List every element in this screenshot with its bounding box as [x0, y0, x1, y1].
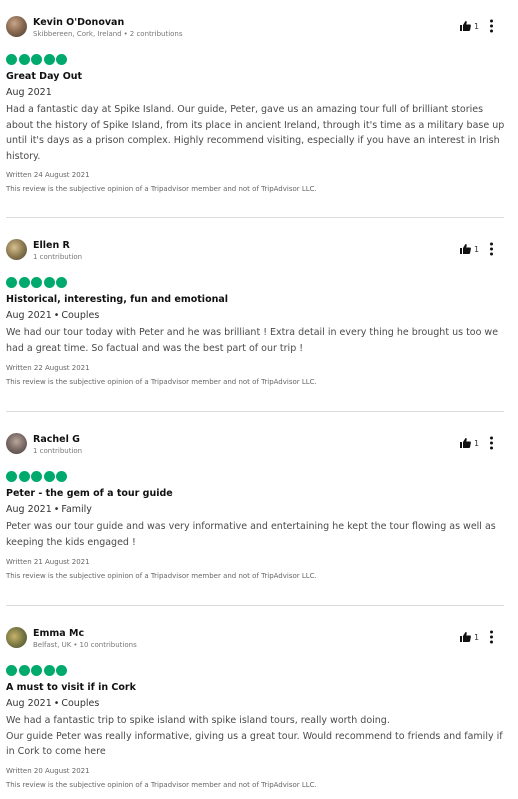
more-options-icon[interactable] [489, 19, 494, 33]
rating-bubbles [6, 665, 67, 676]
rating-bubble [31, 54, 42, 65]
rating-bubble [6, 471, 17, 482]
reviewer-location: Skibbereen, Cork, Ireland [33, 30, 122, 38]
rating-bubble [31, 665, 42, 676]
reviewer-name[interactable]: Ellen R [33, 240, 70, 251]
rating-bubble [6, 665, 17, 676]
thumbs-up-icon [460, 21, 471, 31]
review-disclaimer: This review is the subjective opinion of… [6, 781, 317, 789]
meta-separator: • [73, 641, 78, 649]
review-title[interactable]: Great Day Out [6, 71, 82, 82]
avatar[interactable] [6, 627, 27, 648]
review-body: Peter was our tour guide and was very in… [6, 521, 496, 548]
thumbs-up-icon [460, 438, 471, 448]
rating-bubble [31, 471, 42, 482]
helpful-count: 1 [474, 438, 480, 448]
rating-bubble [43, 277, 55, 288]
review-body: We had our tour today with Peter and he … [6, 327, 499, 354]
reviewer-name[interactable]: Rachel G [33, 434, 80, 445]
rating-bubbles [6, 471, 67, 482]
rating-bubbles [6, 54, 67, 65]
rating-bubble [56, 665, 67, 676]
review-date-trip: Aug 2021 • Couples [6, 310, 99, 321]
review-date-trip: Aug 2021 • Couples [6, 698, 99, 709]
written-date: Written 24 August 2021 [6, 171, 90, 179]
helpful-vote-button[interactable]: 1 [460, 244, 479, 254]
visit-date: Aug 2021 [6, 504, 52, 515]
reviewer-contributions: 10 contributions [79, 641, 137, 649]
review-body: Had a fantastic day at Spike Island. Our… [6, 104, 505, 162]
review-disclaimer: This review is the subjective opinion of… [6, 378, 317, 386]
reviewer-contributions: 1 contribution [33, 253, 83, 261]
review-date-trip: Aug 2021 • Family [6, 504, 92, 515]
thumbs-up-icon [460, 244, 471, 254]
visit-date: Aug 2021 [6, 310, 52, 321]
review-disclaimer: This review is the subjective opinion of… [6, 572, 317, 580]
rating-bubble [43, 471, 55, 482]
helpful-vote-button[interactable]: 1 [460, 21, 479, 31]
review-disclaimer: This review is the subjective opinion of… [6, 185, 317, 193]
thumbs-up-icon [460, 632, 471, 642]
review-title[interactable]: Peter - the gem of a tour guide [6, 488, 173, 499]
helpful-count: 1 [474, 244, 480, 254]
rating-bubble [43, 665, 55, 676]
written-date: Written 22 August 2021 [6, 364, 90, 372]
trip-type: Couples [61, 698, 100, 709]
reviewer-contributions: 2 contributions [129, 30, 183, 38]
written-date: Written 21 August 2021 [6, 558, 90, 566]
helpful-count: 1 [474, 632, 480, 642]
reviewer-contributions: 1 contribution [33, 447, 83, 455]
helpful-count: 1 [474, 21, 480, 31]
rating-bubble [43, 54, 55, 65]
avatar[interactable] [6, 433, 27, 454]
more-options-icon[interactable] [489, 630, 494, 644]
reviewer-location: Belfast, UK [33, 641, 72, 649]
rating-bubble [6, 277, 17, 288]
avatar[interactable] [6, 16, 27, 37]
review-divider [6, 217, 504, 218]
reviews-list: Kevin O'Donovan Skibbereen, Cork, Irelan… [0, 0, 518, 799]
helpful-vote-button[interactable]: 1 [460, 438, 479, 448]
trip-separator: • [53, 310, 60, 321]
reviewer-meta: 1 contribution [33, 447, 82, 455]
reviewer-name[interactable]: Emma Mc [33, 628, 84, 639]
reviewer-meta: 1 contribution [33, 253, 82, 261]
rating-bubble [31, 277, 42, 288]
reviewer-meta: Skibbereen, Cork, Ireland • 2 contribution… [33, 30, 183, 38]
review-title[interactable]: A must to visit if in Cork [6, 682, 136, 693]
review-body: We had a fantastic trip to spike island … [6, 715, 503, 757]
reviewer-meta: Belfast, UK • 10 contributions [33, 641, 137, 649]
rating-bubble [18, 471, 30, 482]
visit-date: Aug 2021 [6, 87, 52, 98]
rating-bubble [56, 54, 67, 65]
reviewer-name[interactable]: Kevin O'Donovan [33, 17, 124, 28]
review-divider [6, 411, 504, 412]
rating-bubble [18, 54, 30, 65]
meta-separator: • [123, 30, 128, 38]
rating-bubble [56, 471, 67, 482]
trip-separator: • [53, 504, 60, 515]
trip-type: Couples [61, 310, 100, 321]
review-date-trip: Aug 2021 [6, 87, 52, 98]
review-title[interactable]: Historical, interesting, fun and emotion… [6, 294, 228, 305]
written-date: Written 20 August 2021 [6, 767, 90, 775]
rating-bubbles [6, 277, 67, 288]
rating-bubble [18, 665, 30, 676]
more-options-icon[interactable] [489, 242, 494, 256]
helpful-vote-button[interactable]: 1 [460, 632, 479, 642]
more-options-icon[interactable] [489, 436, 494, 450]
rating-bubble [6, 54, 17, 65]
trip-separator: • [53, 698, 60, 709]
trip-type: Family [61, 504, 92, 515]
avatar[interactable] [6, 239, 27, 260]
visit-date: Aug 2021 [6, 698, 52, 709]
review-divider [6, 605, 504, 606]
rating-bubble [18, 277, 30, 288]
rating-bubble [56, 277, 67, 288]
